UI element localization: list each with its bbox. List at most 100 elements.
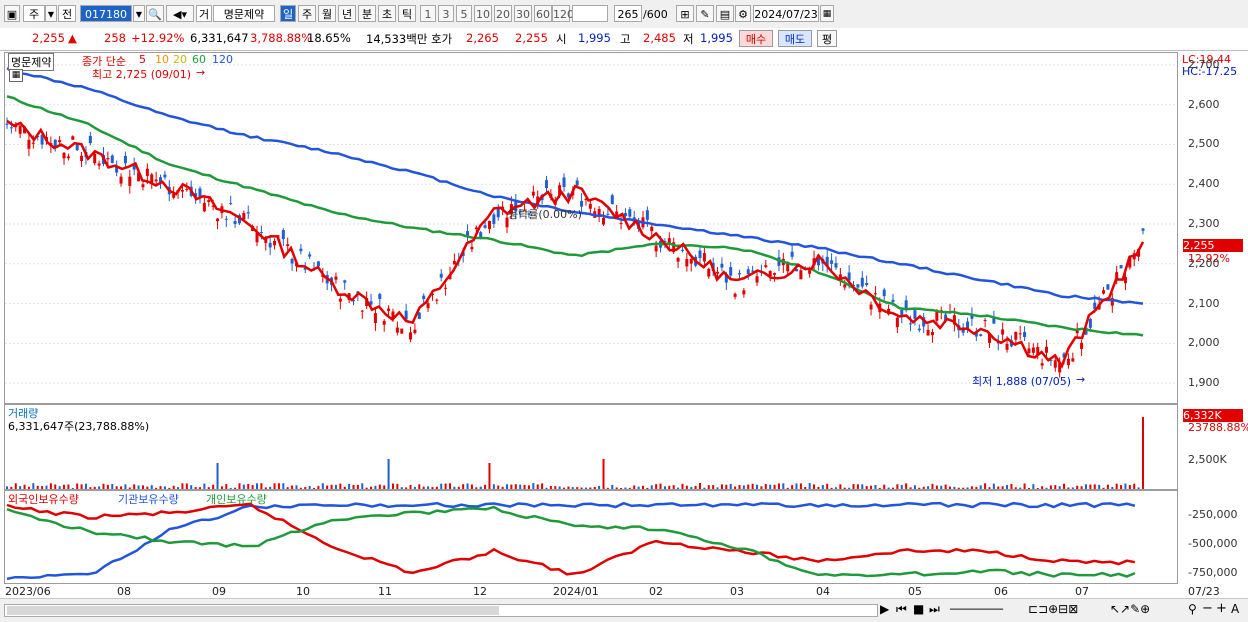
draw-icon[interactable]: ✎ — [696, 5, 714, 22]
table-icon[interactable]: ▦ — [9, 69, 23, 82]
candle — [1014, 331, 1018, 340]
chevron-down-icon[interactable]: ▼ — [133, 5, 145, 22]
tab-minute[interactable]: 분 — [358, 5, 376, 22]
chevron-down-icon[interactable]: ▼ — [45, 5, 57, 22]
grid-icon[interactable]: ⊞ — [676, 5, 694, 22]
volume-bar — [334, 484, 337, 489]
volume-bar — [256, 483, 259, 489]
date-input[interactable]: 2024/07/23 — [753, 5, 819, 22]
ma-60-label: 60 — [192, 53, 206, 66]
forward-icon[interactable]: ⏭ — [929, 602, 940, 617]
holding-line — [6, 502, 1136, 576]
tab-second[interactable]: 초 — [378, 5, 396, 22]
count-input[interactable]: 265 — [614, 5, 642, 22]
volume-chart[interactable] — [5, 405, 1177, 489]
holdings-chart[interactable] — [5, 491, 1177, 583]
candle — [360, 310, 364, 312]
tools-icon[interactable]: ⊏⊐⊕⊟⊠ — [1028, 602, 1078, 616]
custom-period-input[interactable] — [572, 5, 608, 22]
volume-bar — [615, 487, 618, 489]
candle — [286, 244, 290, 246]
stock-name-field[interactable]: 명문제약 — [213, 5, 275, 22]
stop-icon[interactable]: ■ — [913, 602, 924, 616]
volume-bar — [506, 484, 509, 489]
min-30[interactable]: 30 — [514, 5, 532, 22]
font-size-icon[interactable]: A — [1231, 602, 1239, 616]
candle — [983, 320, 987, 322]
volume-bar — [1067, 487, 1070, 489]
volume-bar — [1010, 483, 1013, 489]
speaker-icon[interactable]: ◀▾ — [166, 5, 194, 22]
candle — [917, 328, 921, 331]
tab-year[interactable]: 년 — [338, 5, 356, 22]
buy-button[interactable]: 매수 — [739, 30, 773, 47]
min-3[interactable]: 3 — [438, 5, 454, 22]
volume-bar — [773, 484, 776, 489]
price-chart[interactable] — [5, 53, 1177, 403]
change-pct: +12.92% — [131, 31, 185, 45]
minus-icon[interactable]: − — [1202, 601, 1213, 616]
min-20[interactable]: 20 — [494, 5, 512, 22]
candle — [5, 123, 9, 125]
volume-bar — [602, 459, 605, 489]
chart-toolbar: ▣ 주 ▼ 전 017180 ▼ 🔍 ◀▾ 거 명문제약 일 주 월 년 분 초… — [0, 0, 1248, 29]
volume-bar — [216, 463, 219, 489]
calendar-icon[interactable]: ▦ — [820, 5, 834, 22]
volume-bar — [922, 486, 925, 489]
scrollbar-thumb[interactable] — [7, 606, 499, 615]
x-tick: 12 — [473, 585, 487, 598]
stock-code-input[interactable]: 017180 — [80, 5, 132, 22]
flat-button[interactable]: 평 — [817, 30, 837, 47]
tab-tick[interactable]: 틱 — [398, 5, 416, 22]
period-select[interactable]: 주 — [23, 5, 45, 22]
sell-button[interactable]: 매도 — [778, 30, 812, 47]
volume-bar — [172, 485, 175, 489]
volume-bar — [343, 486, 346, 489]
open-value: 1,995 — [578, 31, 611, 45]
x-tick: 03 — [730, 585, 744, 598]
save-icon[interactable]: ▤ — [716, 5, 734, 22]
min-5[interactable]: 5 — [456, 5, 472, 22]
candle — [338, 298, 342, 302]
plus-icon[interactable]: + — [1216, 601, 1227, 616]
window-icon[interactable]: ▣ — [4, 5, 20, 22]
change: 258 — [104, 31, 126, 45]
prev-button[interactable]: 전 — [58, 5, 76, 22]
min-1[interactable]: 1 — [420, 5, 436, 22]
volume-bar — [177, 487, 180, 489]
draw-tools-icon[interactable]: ↖↗✎⊕ — [1110, 602, 1150, 616]
zoom-slider[interactable]: ──────── — [950, 603, 1003, 616]
volume-bar — [839, 484, 842, 489]
volume-bar — [628, 487, 631, 489]
volume-bar — [677, 487, 680, 489]
tab-day[interactable]: 일 — [280, 5, 296, 22]
min-120[interactable]: 120 — [552, 5, 574, 22]
volume-bar — [497, 485, 500, 489]
volume-bar — [725, 484, 728, 489]
tab-month[interactable]: 월 — [318, 5, 336, 22]
min-10[interactable]: 10 — [474, 5, 492, 22]
volume-bar — [1058, 486, 1061, 489]
min-60[interactable]: 60 — [534, 5, 552, 22]
volume-bar — [712, 485, 715, 489]
volume-bar — [501, 486, 504, 489]
volume-bar — [834, 487, 837, 489]
candle — [619, 223, 623, 225]
gear-icon[interactable]: ⚙ — [735, 5, 751, 22]
volume-bar — [198, 487, 201, 489]
scroll-right-icon[interactable]: ▶ — [880, 602, 889, 616]
rewind-icon[interactable]: ⏮ — [896, 602, 907, 617]
legend-foreign: 외국인보유수량 — [8, 493, 79, 506]
scrollbar-track[interactable] — [4, 604, 878, 617]
tab-week[interactable]: 주 — [298, 5, 316, 22]
volume-bar — [361, 483, 364, 489]
search-icon[interactable]: 🔍 — [146, 5, 164, 22]
volume-bar — [576, 487, 579, 489]
candle — [343, 280, 347, 283]
candle — [926, 329, 930, 336]
candle — [716, 271, 720, 274]
volume-bar — [966, 487, 969, 489]
volume-bar — [927, 486, 930, 489]
candle — [487, 220, 491, 230]
zoom-out-icon[interactable]: ⚲ — [1188, 602, 1197, 616]
